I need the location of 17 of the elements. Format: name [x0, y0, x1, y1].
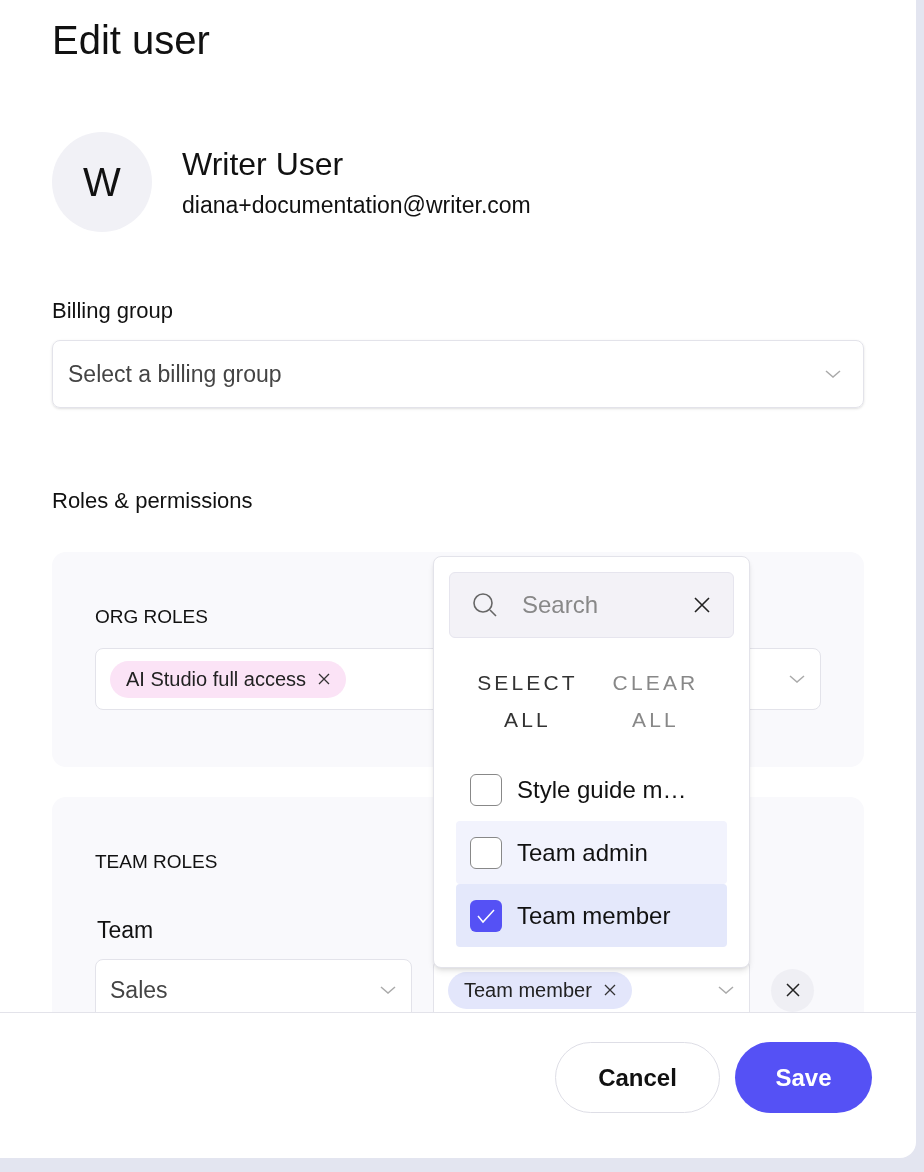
- select-placeholder: Select a billing group: [68, 359, 282, 389]
- user-email: diana+documentation@writer.com: [182, 191, 531, 220]
- card-heading: TEAM ROLES: [95, 850, 218, 874]
- select-value: Sales: [110, 975, 168, 1005]
- user-name: Writer User: [182, 145, 345, 184]
- search-placeholder: Search: [522, 590, 600, 620]
- card-heading: ORG ROLES: [95, 605, 208, 629]
- avatar: W: [52, 132, 152, 232]
- column-heading: Team: [97, 916, 154, 945]
- option-label: Style guide m…: [517, 774, 687, 805]
- modal-title: Edit user: [52, 17, 211, 64]
- section-heading: Roles & permissions: [52, 487, 253, 515]
- tag-label: AI Studio full access: [126, 667, 307, 692]
- option-label: Team admin: [517, 837, 648, 868]
- field-label: Billing group: [52, 297, 175, 325]
- tag-label: Team member: [464, 978, 592, 1003]
- option-label: Team member: [517, 900, 671, 931]
